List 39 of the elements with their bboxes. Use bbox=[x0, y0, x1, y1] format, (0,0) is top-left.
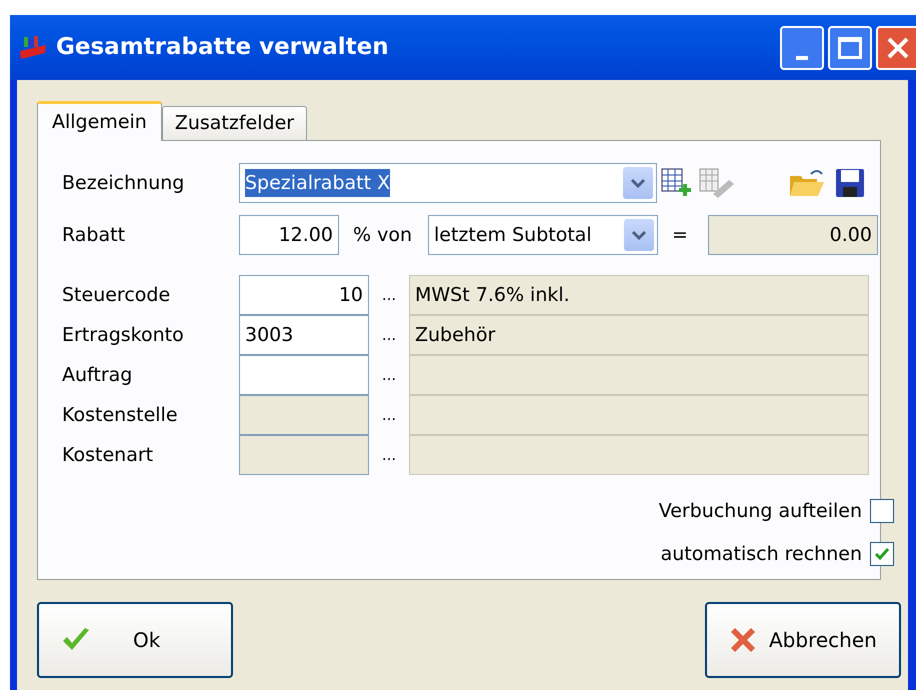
field-label: Auftrag bbox=[62, 362, 134, 388]
field-label: Bezeichnung bbox=[62, 170, 186, 196]
description-field: Zubehör bbox=[409, 315, 869, 355]
minimize-button[interactable] bbox=[780, 26, 824, 70]
checkbox[interactable] bbox=[870, 542, 894, 566]
checkbox-label: automatisch rechnen bbox=[660, 542, 862, 566]
save-icon[interactable] bbox=[835, 168, 865, 198]
browse-button[interactable]: ... bbox=[369, 284, 409, 306]
tab[interactable]: Allgemein bbox=[37, 101, 162, 141]
field-label: Kostenstelle bbox=[62, 402, 179, 428]
description-field: MWSt 7.6% inkl. bbox=[409, 275, 869, 315]
checkbox[interactable] bbox=[870, 499, 894, 524]
folder-icon[interactable] bbox=[789, 168, 825, 198]
checkbox-label: Verbuchung aufteilen bbox=[658, 499, 862, 524]
result-field: 0.00 bbox=[708, 215, 878, 255]
close-icon bbox=[885, 34, 911, 60]
check-icon bbox=[874, 546, 890, 561]
input-field[interactable] bbox=[239, 355, 369, 395]
close-button[interactable] bbox=[876, 26, 916, 70]
input-field[interactable]: 3003 bbox=[239, 315, 369, 355]
browse-button[interactable]: ... bbox=[369, 324, 409, 346]
field-label: Kostenart bbox=[62, 442, 154, 468]
window-title: Gesamtrabatte verwalten bbox=[56, 33, 389, 62]
unit-label: % von bbox=[353, 222, 412, 248]
field-label: Ertragskonto bbox=[62, 322, 185, 348]
add-table-icon[interactable] bbox=[661, 168, 693, 198]
tab[interactable]: Zusatzfelder bbox=[162, 106, 308, 140]
maximize-button[interactable] bbox=[828, 26, 872, 70]
equals-sign: = bbox=[672, 222, 688, 248]
input-field[interactable]: 10 bbox=[239, 275, 369, 315]
browse-button[interactable]: ... bbox=[369, 364, 409, 386]
basis-combobox[interactable]: letztem Subtotal bbox=[428, 215, 658, 255]
app-icon bbox=[18, 34, 48, 60]
field-label: Rabatt bbox=[62, 222, 126, 248]
name-combobox[interactable]: Spezialrabatt X bbox=[239, 163, 657, 203]
cancel-button[interactable]: Abbrechen bbox=[705, 602, 901, 678]
discount-field[interactable]: 12.00 bbox=[239, 215, 339, 255]
field-label: Steuercode bbox=[62, 282, 172, 308]
ok-button[interactable]: Ok bbox=[37, 602, 233, 678]
